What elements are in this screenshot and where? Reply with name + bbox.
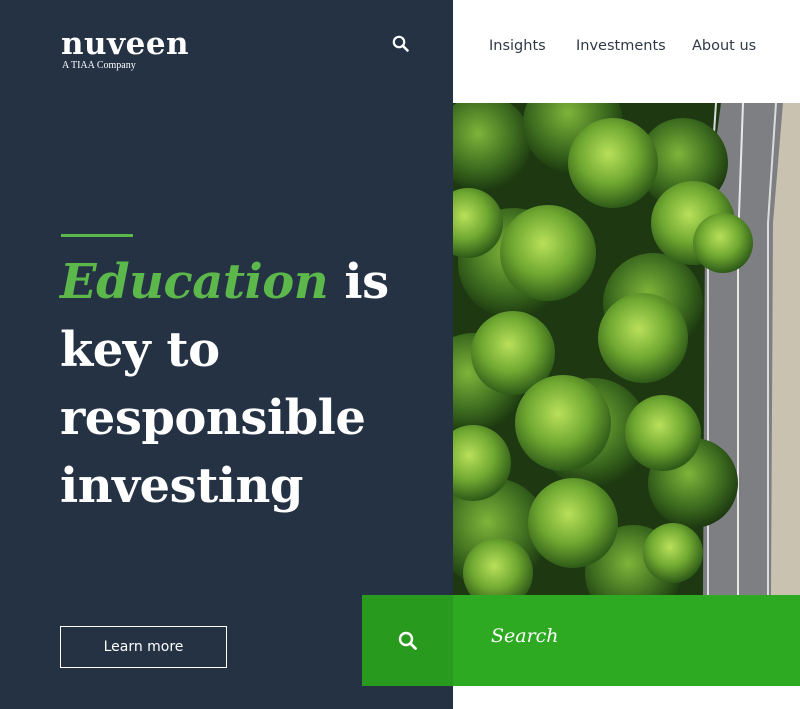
header-search-button[interactable]: [391, 34, 411, 54]
headline-line-1-rest: is: [328, 254, 389, 310]
search-placeholder: Search: [491, 625, 559, 647]
learn-more-button[interactable]: Learn more: [60, 626, 227, 668]
top-navigation: Insights Investments About us: [453, 0, 800, 103]
headline-accent-word: Education: [60, 254, 329, 310]
nav-item-about-us[interactable]: About us: [692, 38, 756, 54]
headline-line-1: Education is: [60, 248, 440, 316]
search-icon: [398, 631, 417, 650]
headline-line-2: key to: [60, 322, 220, 378]
headline-line-3: responsible: [60, 390, 366, 446]
headline-line-4: investing: [60, 458, 303, 514]
logo-tagline: A TIAA Company: [62, 60, 136, 71]
headline-accent-rule: [61, 234, 133, 237]
search-icon: [392, 35, 409, 52]
forest-illustration: [453, 103, 800, 595]
nav-item-insights[interactable]: Insights: [489, 38, 546, 54]
nuveen-logo[interactable]: nuveen: [61, 28, 189, 60]
nav-item-investments[interactable]: Investments: [576, 38, 666, 54]
aerial-forest-road-image: [453, 103, 800, 595]
search-submit-button[interactable]: [362, 595, 453, 686]
search-input[interactable]: Search: [453, 595, 800, 686]
hero-headline: Education is key to responsible investin…: [60, 248, 440, 520]
